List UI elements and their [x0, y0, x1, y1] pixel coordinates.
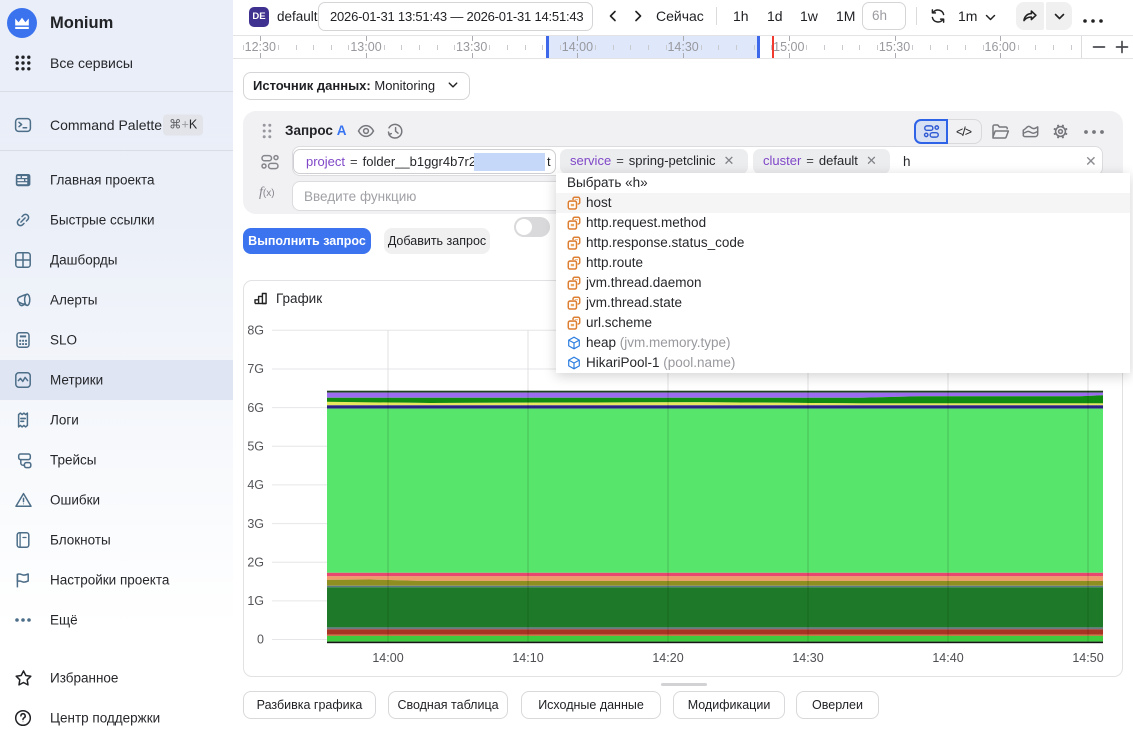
svg-text:14:00: 14:00 [372, 651, 403, 665]
svg-text:5G: 5G [247, 440, 264, 454]
svg-text:3G: 3G [247, 517, 264, 531]
svg-text:14:30: 14:30 [792, 651, 823, 665]
svg-text:4G: 4G [247, 478, 264, 492]
svg-text:14:40: 14:40 [932, 651, 963, 665]
svg-text:0: 0 [257, 633, 264, 647]
svg-text:14:20: 14:20 [652, 651, 683, 665]
svg-text:2G: 2G [247, 555, 264, 569]
svg-text:14:50: 14:50 [1072, 651, 1103, 665]
svg-text:1G: 1G [247, 594, 264, 608]
svg-text:7G: 7G [247, 362, 264, 376]
svg-text:6G: 6G [247, 401, 264, 415]
svg-text:14:10: 14:10 [512, 651, 543, 665]
svg-text:8G: 8G [247, 324, 264, 338]
